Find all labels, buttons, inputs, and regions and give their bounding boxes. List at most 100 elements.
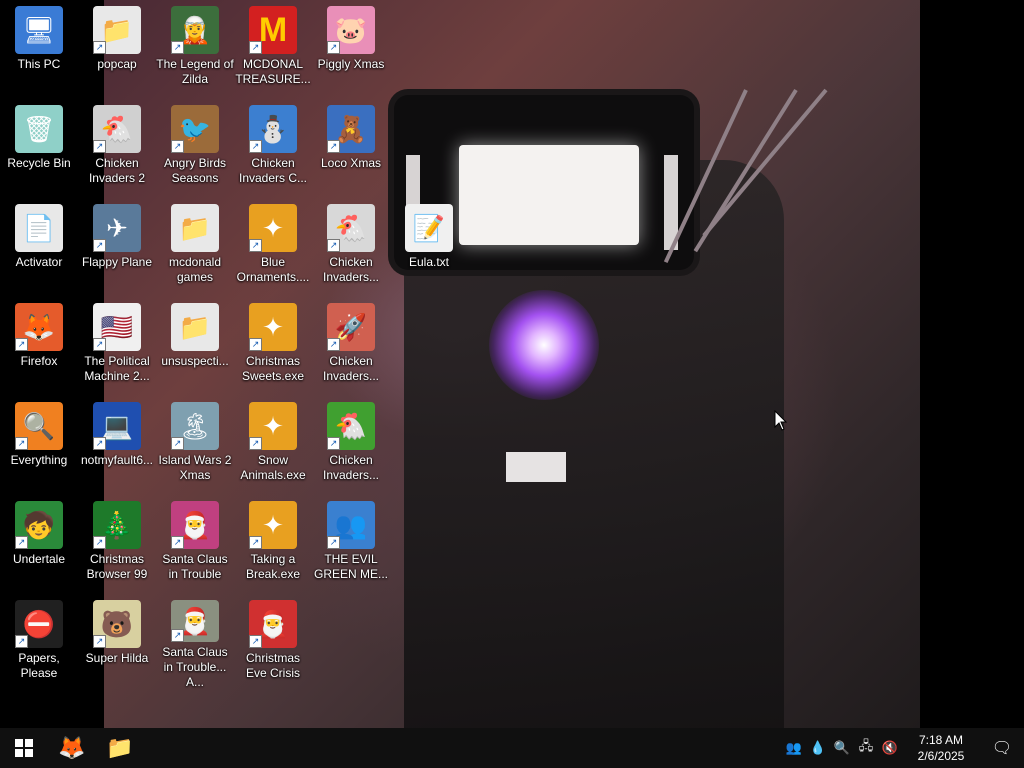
desktop-icon[interactable]: 🧒 ↗ Undertale bbox=[0, 495, 78, 591]
desktop-icon[interactable]: ⛔ ↗ Papers, Please bbox=[0, 594, 78, 690]
desktop-icon-label: MCDONAL TREASURE... bbox=[235, 57, 311, 86]
desktop-icon-label: Everything bbox=[10, 453, 68, 467]
desktop-icon[interactable]: ✦ ↗ Blue Ornaments.... bbox=[234, 198, 312, 294]
taskbar-firefox-button[interactable]: 🦊 bbox=[48, 728, 96, 768]
clock-time: 7:18 AM bbox=[918, 733, 964, 747]
taskbar: 🦊 📁 👥 💧 🔍 🖧 🔇 7:18 AM 2/6/2025 🗨 bbox=[0, 728, 1024, 768]
app-icon: 🔍 ↗ bbox=[15, 402, 63, 450]
desktop-icon[interactable]: 🏝 ↗ Island Wars 2 Xmas bbox=[156, 396, 234, 492]
app-glyph-icon: ✦ bbox=[262, 311, 284, 342]
desktop-icon-label: Undertale bbox=[12, 552, 66, 566]
shortcut-arrow-icon: ↗ bbox=[15, 437, 28, 450]
shortcut-arrow-icon: ↗ bbox=[327, 41, 340, 54]
desktop-icon[interactable]: ✦ ↗ Taking a Break.exe bbox=[234, 495, 312, 591]
shortcut-arrow-icon: ↗ bbox=[171, 41, 184, 54]
shortcut-arrow-icon: ↗ bbox=[171, 437, 184, 450]
desktop-icon[interactable]: 🎅 ↗ Santa Claus in Trouble bbox=[156, 495, 234, 591]
desktop-icon-label: unsuspecti... bbox=[161, 354, 229, 368]
desktop-icon-label: Piggly Xmas bbox=[317, 57, 385, 71]
desktop-icon[interactable]: 🎅 ↗ Christmas Eve Crisis bbox=[234, 594, 312, 690]
desktop-icon[interactable]: ✈ ↗ Flappy Plane bbox=[78, 198, 156, 294]
desktop-icon-label: Papers, Please bbox=[18, 651, 60, 680]
shortcut-arrow-icon: ↗ bbox=[93, 437, 106, 450]
network-tray-icon[interactable]: 🖧 bbox=[854, 737, 878, 759]
app-icon: 💻 ↗ bbox=[93, 402, 141, 450]
desktop-icon-label: THE EVIL GREEN ME... bbox=[313, 552, 388, 581]
shortcut-arrow-icon: ↗ bbox=[327, 140, 340, 153]
desktop-icon-label: Snow Animals.exe bbox=[240, 453, 306, 482]
desktop-icon[interactable]: 🦊 ↗ Firefox bbox=[0, 297, 78, 393]
droplet-tray-icon[interactable]: 💧 bbox=[806, 740, 830, 756]
desktop-icon[interactable]: ✦ ↗ Christmas Sweets.exe bbox=[234, 297, 312, 393]
shortcut-arrow-icon: ↗ bbox=[249, 635, 262, 648]
app-icon: 🎅 ↗ bbox=[249, 600, 297, 648]
system-tray: 👥 💧 🔍 🖧 🔇 7:18 AM 2/6/2025 🗨 bbox=[782, 728, 1024, 768]
shortcut-arrow-icon: ↗ bbox=[249, 338, 262, 351]
people-tray-icon[interactable]: 👥 bbox=[782, 740, 806, 756]
app-icon: 🐔 ↗ bbox=[327, 204, 375, 252]
app-glyph-icon: ✦ bbox=[262, 212, 284, 243]
desktop-icon[interactable]: 💻 ↗ notmyfault6... bbox=[78, 396, 156, 492]
desktop-icon-label: popcap bbox=[97, 57, 137, 71]
desktop-icon-label: The Political Machine 2... bbox=[84, 354, 150, 383]
shortcut-arrow-icon: ↗ bbox=[15, 536, 28, 549]
desktop-icon[interactable]: 🎅 ↗ Santa Claus in Trouble... A... bbox=[156, 594, 234, 690]
start-button[interactable] bbox=[0, 728, 48, 768]
desktop-icon-label: Christmas Sweets.exe bbox=[241, 354, 305, 383]
desktop-icon[interactable]: 🐷 ↗ Piggly Xmas bbox=[312, 0, 390, 96]
desktop-icon-label: Christmas Eve Crisis bbox=[245, 651, 300, 680]
app-icon: 🎅 ↗ bbox=[171, 600, 219, 642]
app-glyph-icon: M bbox=[258, 10, 288, 49]
desktop-icon[interactable]: 📁 ↗ popcap bbox=[78, 0, 156, 96]
app-icon: 🧸 ↗ bbox=[327, 105, 375, 153]
desktop-icon-label: Flappy Plane bbox=[81, 255, 153, 269]
app-glyph-icon: 📁 bbox=[178, 311, 212, 342]
desktop-icon[interactable]: 🧸 ↗ Loco Xmas bbox=[312, 99, 390, 195]
desktop-icon-label: Chicken Invaders... bbox=[322, 354, 380, 383]
app-icon: ✦ ↗ bbox=[249, 501, 297, 549]
desktop-icon[interactable]: 📁 mcdonald games bbox=[156, 198, 234, 294]
volume-muted-tray-icon[interactable]: 🔇 bbox=[878, 740, 902, 756]
app-icon: 🐔 ↗ bbox=[327, 402, 375, 450]
app-icon: 🗑 bbox=[15, 105, 63, 153]
desktop-icon[interactable]: 🗑 Recycle Bin bbox=[0, 99, 78, 195]
desktop-icon[interactable]: 🖥 This PC bbox=[0, 0, 78, 96]
desktop-icon[interactable]: ✦ ↗ Snow Animals.exe bbox=[234, 396, 312, 492]
shortcut-arrow-icon: ↗ bbox=[93, 536, 106, 549]
app-icon: 👥 ↗ bbox=[327, 501, 375, 549]
windows-logo-icon bbox=[15, 739, 33, 757]
desktop-icon-label: Chicken Invaders C... bbox=[238, 156, 308, 185]
desktop-icon[interactable]: 🐻 ↗ Super Hilda bbox=[78, 594, 156, 690]
taskbar-clock[interactable]: 7:18 AM 2/6/2025 bbox=[902, 732, 980, 764]
app-icon: M ↗ bbox=[249, 6, 297, 54]
desktop-icon-label: Firefox bbox=[20, 354, 58, 368]
desktop-icon[interactable]: ⛄ ↗ Chicken Invaders C... bbox=[234, 99, 312, 195]
wallpaper-figure-glow bbox=[489, 290, 599, 400]
desktop-icon[interactable]: 🧝 ↗ The Legend of Zilda bbox=[156, 0, 234, 96]
desktop-icon[interactable]: 📝 Eula.txt bbox=[390, 198, 468, 294]
desktop-icon[interactable]: 🐦 ↗ Angry Birds Seasons bbox=[156, 99, 234, 195]
desktop-icon[interactable]: 🐔 ↗ Chicken Invaders... bbox=[312, 396, 390, 492]
desktop-icon-label: mcdonald games bbox=[168, 255, 222, 284]
desktop-icon[interactable]: 📄 Activator bbox=[0, 198, 78, 294]
app-icon: 🎅 ↗ bbox=[171, 501, 219, 549]
wallpaper-figure-screen bbox=[459, 145, 639, 245]
desktop-icon[interactable]: 👥 ↗ THE EVIL GREEN ME... bbox=[312, 495, 390, 591]
desktop-icon[interactable]: 🎄 ↗ Christmas Browser 99 bbox=[78, 495, 156, 591]
shortcut-arrow-icon: ↗ bbox=[249, 239, 262, 252]
desktop-icon[interactable]: 🔍 ↗ Everything bbox=[0, 396, 78, 492]
taskbar-file-explorer-button[interactable]: 📁 bbox=[96, 728, 144, 768]
desktop-icon[interactable]: M ↗ MCDONAL TREASURE... bbox=[234, 0, 312, 96]
app-icon: 🐔 ↗ bbox=[93, 105, 141, 153]
desktop-icon[interactable]: 📁 unsuspecti... bbox=[156, 297, 234, 393]
desktop-icon[interactable]: 🚀 ↗ Chicken Invaders... bbox=[312, 297, 390, 393]
app-glyph-icon: 📝 bbox=[412, 212, 446, 243]
notification-center-icon[interactable]: 🗨 bbox=[980, 738, 1024, 758]
shortcut-arrow-icon: ↗ bbox=[93, 239, 106, 252]
search-tray-icon[interactable]: 🔍 bbox=[830, 740, 854, 756]
desktop-icon[interactable]: 🐔 ↗ Chicken Invaders 2 bbox=[78, 99, 156, 195]
desktop-icon[interactable]: 🐔 ↗ Chicken Invaders... bbox=[312, 198, 390, 294]
app-glyph-icon: ✦ bbox=[262, 410, 284, 441]
desktop-icon[interactable]: 🇺🇸 ↗ The Political Machine 2... bbox=[78, 297, 156, 393]
shortcut-arrow-icon: ↗ bbox=[327, 536, 340, 549]
